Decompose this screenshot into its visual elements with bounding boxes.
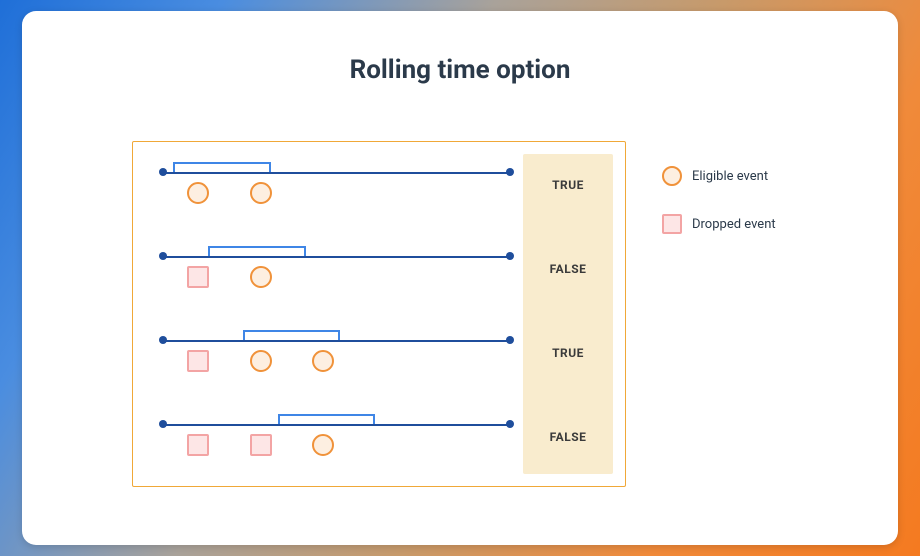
rolling-window-bracket xyxy=(278,414,376,424)
rolling-window-bracket xyxy=(208,246,306,256)
result-label: TRUE xyxy=(523,346,613,360)
result-column: TRUE FALSE TRUE FALSE xyxy=(523,154,613,474)
timeline-bar xyxy=(163,424,510,426)
timeline-end-dot xyxy=(506,168,514,176)
eligible-event-icon xyxy=(187,182,209,204)
timeline-row xyxy=(163,256,510,302)
rolling-window-bracket xyxy=(173,162,271,172)
card: Rolling time option TRUE FALSE TRUE FALS… xyxy=(22,11,898,545)
result-label: TRUE xyxy=(523,178,613,192)
timeline-start-dot xyxy=(159,168,167,176)
legend-item-eligible: Eligible event xyxy=(662,166,776,186)
eligible-event-icon xyxy=(250,182,272,204)
result-label: FALSE xyxy=(523,262,613,276)
timeline-start-dot xyxy=(159,252,167,260)
eligible-event-icon xyxy=(662,166,682,186)
background-gradient: Rolling time option TRUE FALSE TRUE FALS… xyxy=(0,0,920,556)
timeline-row xyxy=(163,172,510,218)
dropped-event-icon xyxy=(187,266,209,288)
diagram-frame: TRUE FALSE TRUE FALSE xyxy=(132,141,626,487)
eligible-event-icon xyxy=(250,350,272,372)
eligible-event-icon xyxy=(312,350,334,372)
legend-item-dropped: Dropped event xyxy=(662,214,776,234)
timeline-end-dot xyxy=(506,252,514,260)
timeline-bar xyxy=(163,340,510,342)
timeline-bar xyxy=(163,172,510,174)
legend-label: Dropped event xyxy=(692,217,776,232)
dropped-event-icon xyxy=(187,350,209,372)
rolling-window-bracket xyxy=(243,330,341,340)
eligible-event-icon xyxy=(250,266,272,288)
timeline-row xyxy=(163,340,510,386)
timeline-end-dot xyxy=(506,336,514,344)
timeline-end-dot xyxy=(506,420,514,428)
timeline-row xyxy=(163,424,510,470)
page-title: Rolling time option xyxy=(22,55,898,85)
legend: Eligible event Dropped event xyxy=(662,166,776,262)
timeline-start-dot xyxy=(159,336,167,344)
timeline-bar xyxy=(163,256,510,258)
result-label: FALSE xyxy=(523,430,613,444)
timeline-start-dot xyxy=(159,420,167,428)
dropped-event-icon xyxy=(662,214,682,234)
legend-label: Eligible event xyxy=(692,169,768,184)
dropped-event-icon xyxy=(187,434,209,456)
eligible-event-icon xyxy=(312,434,334,456)
dropped-event-icon xyxy=(250,434,272,456)
